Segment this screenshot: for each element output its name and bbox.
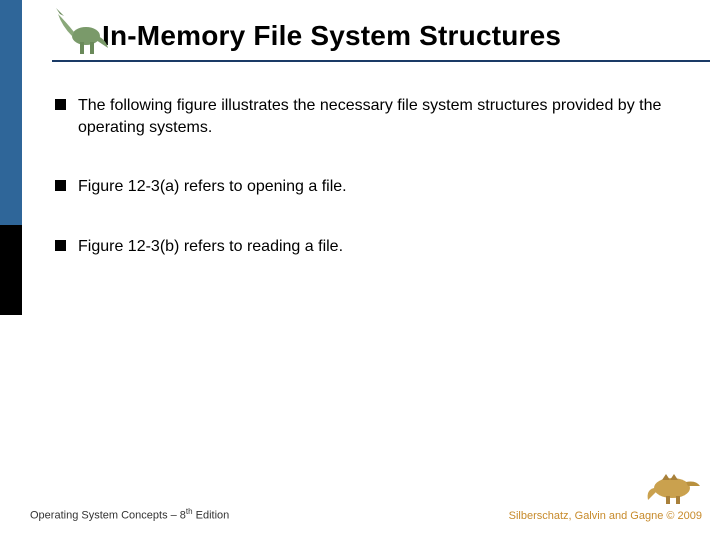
bullet-square-icon [55,180,66,191]
dinosaur-icon [52,6,108,58]
sidebar-segment-white [0,315,22,540]
bullet-item: Figure 12-3(a) refers to opening a file. [55,176,685,198]
sidebar-stripe [0,0,22,540]
footer-left-suffix: Edition [193,510,230,522]
bullet-item: The following figure illustrates the nec… [55,95,685,138]
bullet-square-icon [55,99,66,110]
footer-left: Operating System Concepts – 8th Edition [30,507,229,522]
title-underline [52,60,710,62]
dinosaur-icon [646,466,702,506]
bullet-text: Figure 12-3(a) refers to opening a file. [78,176,347,198]
bullet-square-icon [55,240,66,251]
title-area: In-Memory File System Structures [22,0,720,70]
content-area: The following figure illustrates the nec… [55,95,685,295]
bullet-text: The following figure illustrates the nec… [78,95,685,138]
footer-ordinal: th [186,507,193,516]
bullet-text: Figure 12-3(b) refers to reading a file. [78,236,343,258]
footer-right: Silberschatz, Galvin and Gagne © 2009 [509,510,702,522]
bullet-item: Figure 12-3(b) refers to reading a file. [55,236,685,258]
footer-left-prefix: Operating System Concepts – 8 [30,510,186,522]
slide-title: In-Memory File System Structures [102,20,720,52]
sidebar-segment-blue [0,0,22,225]
sidebar-segment-black [0,225,22,315]
